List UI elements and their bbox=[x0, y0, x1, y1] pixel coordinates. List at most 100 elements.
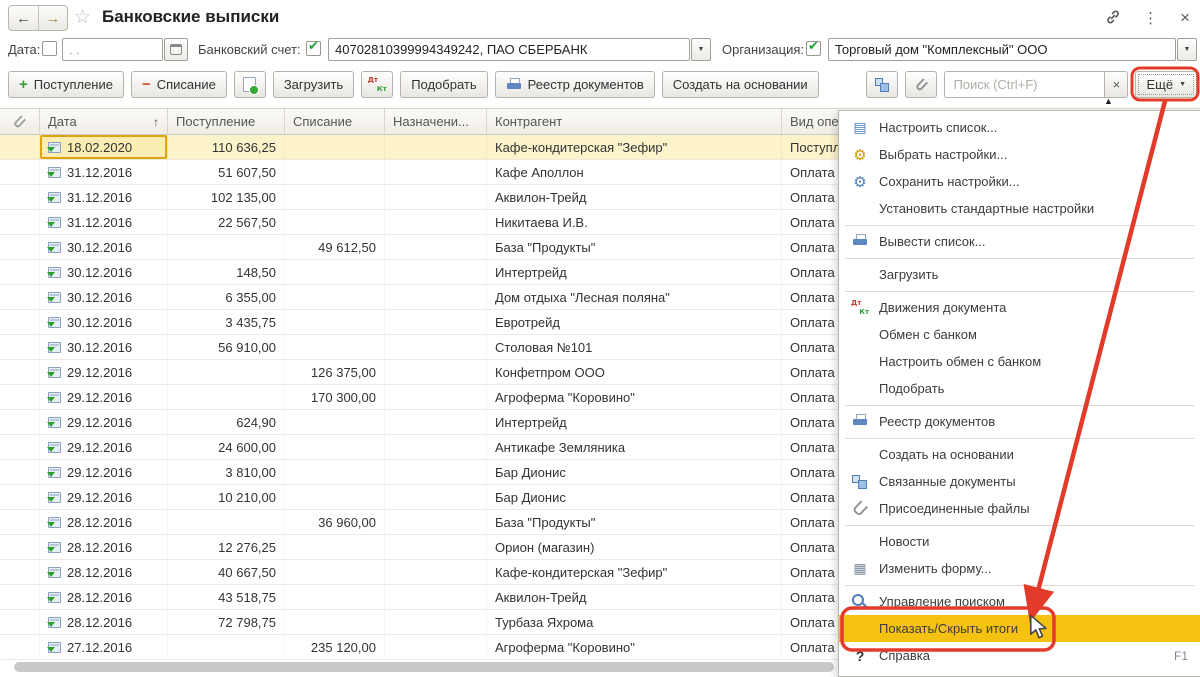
horizontal-scrollbar[interactable] bbox=[0, 661, 838, 673]
purpose-cell bbox=[385, 360, 487, 384]
contractor-cell: Столовая №101 bbox=[487, 335, 782, 359]
attachment-cell bbox=[0, 285, 40, 309]
paperclip-icon bbox=[915, 78, 928, 92]
toolbar: +Поступление −Списание Загрузить Подобра… bbox=[0, 66, 1200, 104]
favorite-star-icon[interactable]: ☆ bbox=[74, 6, 91, 29]
menu-item[interactable]: Показать/Скрыть итоги bbox=[839, 615, 1200, 642]
receipt-cell: 72 798,75 bbox=[168, 610, 285, 634]
search-input[interactable] bbox=[944, 71, 1104, 98]
menu-item[interactable]: Настроить список... bbox=[839, 114, 1200, 141]
menu-item[interactable]: Вывести список... bbox=[839, 228, 1200, 255]
close-icon[interactable]: × bbox=[1180, 8, 1190, 28]
writeoff-column-header[interactable]: Списание bbox=[285, 109, 385, 134]
menu-item-label: Сохранить настройки... bbox=[879, 174, 1188, 189]
postings-button[interactable] bbox=[361, 71, 393, 98]
posted-document-icon bbox=[48, 492, 61, 503]
date-filter-checkbox[interactable] bbox=[42, 41, 57, 56]
page-title: Банковские выписки bbox=[102, 7, 279, 27]
menu-item[interactable]: Присоединенные файлы bbox=[839, 495, 1200, 522]
posted-document-icon bbox=[48, 442, 61, 453]
contractor-column-header[interactable]: Контрагент bbox=[487, 109, 782, 134]
contractor-cell: Кафе-кондитерская "Зефир" bbox=[487, 560, 782, 584]
writeoff-cell bbox=[285, 435, 385, 459]
attachment-column-header[interactable] bbox=[0, 109, 40, 134]
menu-item-icon bbox=[851, 299, 869, 316]
writeoff-cell bbox=[285, 335, 385, 359]
register-button[interactable]: Реестр документов bbox=[495, 71, 655, 98]
menu-item[interactable]: Выбрать настройки... bbox=[839, 141, 1200, 168]
search-clear-button[interactable]: × bbox=[1104, 71, 1128, 98]
bank-account-input[interactable] bbox=[328, 38, 690, 61]
date-cell: 31.12.2016 bbox=[40, 210, 168, 234]
date-cell: 29.12.2016 bbox=[40, 410, 168, 434]
menu-item-label: Настроить список... bbox=[879, 120, 1188, 135]
filter-bar: Дата: Банковский счет: ▼ Организация: ▼ bbox=[0, 34, 1200, 65]
menu-item[interactable]: Новости bbox=[839, 528, 1200, 555]
menu-item[interactable]: Подобрать bbox=[839, 375, 1200, 402]
posted-document-icon bbox=[48, 242, 61, 253]
linked-documents-button[interactable] bbox=[866, 71, 898, 98]
menu-item[interactable]: Изменить форму... bbox=[839, 555, 1200, 582]
menu-item[interactable]: Справка F1 bbox=[839, 642, 1200, 669]
menu-item[interactable]: Обмен с банком bbox=[839, 321, 1200, 348]
menu-item-label: Изменить форму... bbox=[879, 561, 1188, 576]
link-icon[interactable] bbox=[1105, 9, 1121, 28]
more-button[interactable]: Ещё▼ bbox=[1135, 71, 1197, 98]
posted-document-icon bbox=[48, 617, 61, 628]
menu-item[interactable]: Движения документа bbox=[839, 294, 1200, 321]
menu-item[interactable]: Реестр документов bbox=[839, 408, 1200, 435]
receipt-button[interactable]: +Поступление bbox=[8, 71, 124, 98]
calendar-button[interactable] bbox=[164, 38, 188, 61]
date-input[interactable] bbox=[62, 38, 163, 61]
posted-document-icon bbox=[48, 142, 61, 153]
receipt-cell: 10 210,00 bbox=[168, 485, 285, 509]
organization-dropdown-button[interactable]: ▼ bbox=[1177, 38, 1197, 61]
menu-item[interactable]: Связанные документы bbox=[839, 468, 1200, 495]
menu-item[interactable]: Загрузить bbox=[839, 261, 1200, 288]
nav-button-group: ← → bbox=[8, 5, 68, 31]
create-statement-button[interactable] bbox=[234, 71, 266, 98]
bank-account-dropdown-button[interactable]: ▼ bbox=[691, 38, 711, 61]
receipt-column-header[interactable]: Поступление bbox=[168, 109, 285, 134]
purpose-cell bbox=[385, 560, 487, 584]
menu-item-icon bbox=[851, 533, 869, 550]
minus-icon: − bbox=[142, 76, 151, 93]
bank-account-checkbox[interactable] bbox=[306, 41, 321, 56]
organization-input[interactable] bbox=[828, 38, 1176, 61]
create-based-button[interactable]: Создать на основании bbox=[662, 71, 819, 98]
attached-files-button[interactable] bbox=[905, 71, 937, 98]
posted-document-icon bbox=[48, 592, 61, 603]
linked-documents-icon bbox=[875, 78, 890, 92]
writeoff-button[interactable]: −Списание bbox=[131, 71, 227, 98]
load-button[interactable]: Загрузить bbox=[273, 71, 354, 98]
menu-item[interactable]: Создать на основании bbox=[839, 441, 1200, 468]
receipt-cell: 148,50 bbox=[168, 260, 285, 284]
scrollbar-thumb[interactable] bbox=[14, 662, 834, 672]
attachment-cell bbox=[0, 360, 40, 384]
back-button[interactable]: ← bbox=[9, 6, 38, 30]
writeoff-cell bbox=[285, 210, 385, 234]
forward-button[interactable]: → bbox=[38, 6, 67, 30]
menu-item[interactable]: Сохранить настройки... bbox=[839, 168, 1200, 195]
menu-item[interactable]: Установить стандартные настройки bbox=[839, 195, 1200, 222]
posted-document-icon bbox=[48, 267, 61, 278]
contractor-cell: Конфетпром ООО bbox=[487, 360, 782, 384]
writeoff-cell bbox=[285, 460, 385, 484]
date-column-header[interactable]: Дата↑ bbox=[40, 109, 168, 134]
purpose-cell bbox=[385, 210, 487, 234]
menu-item[interactable]: Настроить обмен с банком bbox=[839, 348, 1200, 375]
search-group: × bbox=[944, 71, 1128, 98]
organization-checkbox[interactable] bbox=[806, 41, 821, 56]
purpose-column-header[interactable]: Назначени... bbox=[385, 109, 487, 134]
contractor-cell: Интертрейд bbox=[487, 260, 782, 284]
contractor-cell: Никитаева И.В. bbox=[487, 210, 782, 234]
calendar-icon bbox=[170, 44, 182, 55]
window-more-icon[interactable]: ⋮ bbox=[1143, 9, 1158, 27]
menu-item[interactable]: Управление поиском bbox=[839, 588, 1200, 615]
posted-document-icon bbox=[48, 467, 61, 478]
purpose-cell bbox=[385, 185, 487, 209]
writeoff-cell bbox=[285, 585, 385, 609]
pick-button[interactable]: Подобрать bbox=[400, 71, 487, 98]
date-cell: 30.12.2016 bbox=[40, 285, 168, 309]
posted-document-icon bbox=[48, 342, 61, 353]
